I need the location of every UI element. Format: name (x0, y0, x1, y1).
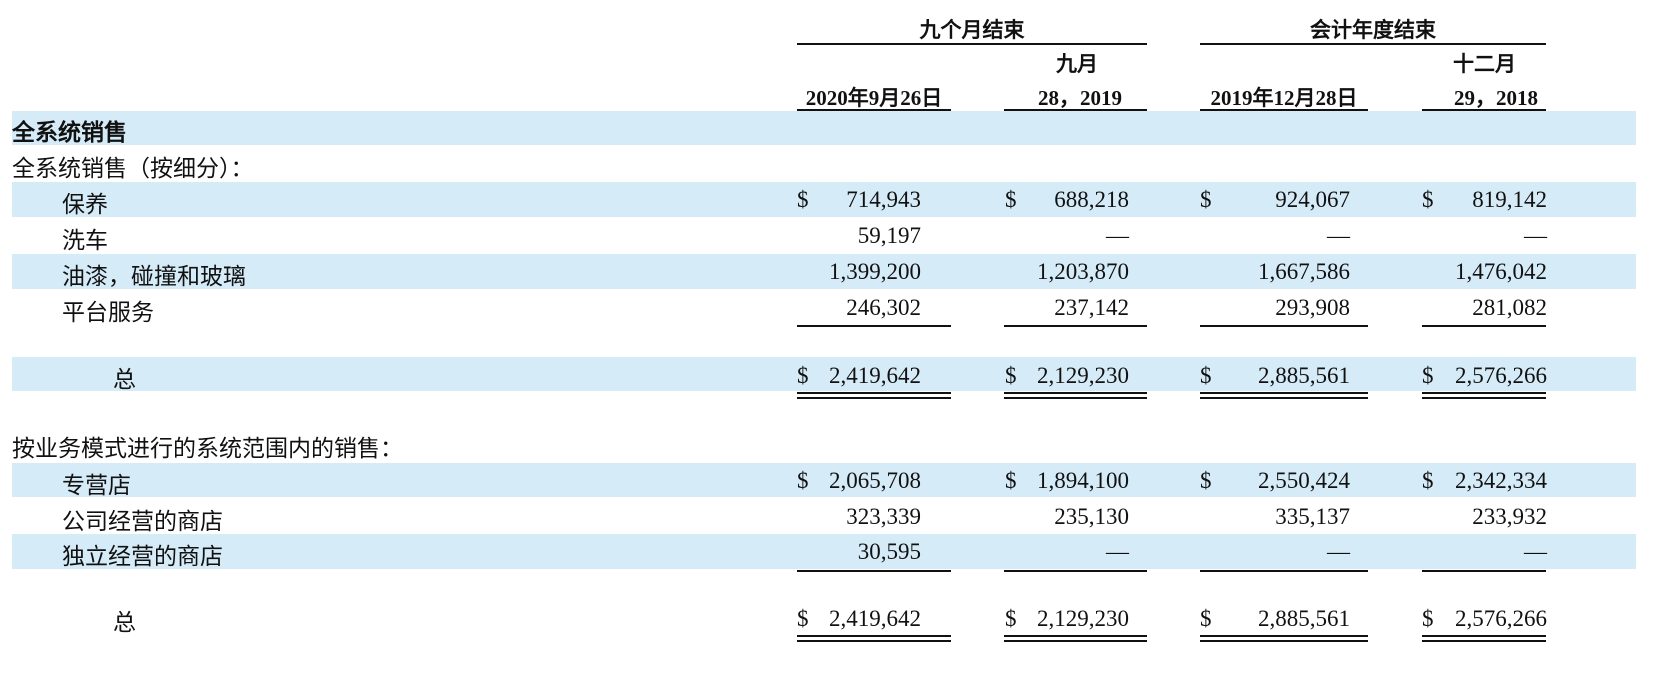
total-label: 总 (113, 610, 136, 636)
header-col4-date: 29，2018 (1454, 86, 1538, 110)
total-double-rule (1422, 392, 1546, 399)
cell-value: — (1524, 223, 1547, 248)
header-col2-date: 28，2019 (1038, 86, 1122, 110)
cell-value: 714,943 (846, 187, 921, 212)
cell-value: — (1327, 539, 1350, 564)
total-value: 2,576,266 (1455, 363, 1547, 388)
cell-value: 2,065,708 (829, 468, 921, 493)
cell-value: 1,667,586 (1258, 259, 1350, 284)
header-col3-date: 2019年12月28日 (1210, 86, 1358, 110)
header-rule (1200, 109, 1368, 111)
total-value: 2,885,561 (1258, 363, 1350, 388)
section-title: 全系统销售 (12, 120, 127, 146)
cell-value: 2,342,334 (1455, 468, 1547, 493)
header-col2-month: 九月 (1056, 52, 1098, 76)
total-double-rule (1200, 635, 1368, 642)
cell-value: 59,197 (857, 223, 921, 248)
subtotal-rule (1200, 325, 1368, 327)
cell-value: 30,595 (857, 539, 921, 564)
total-value: 2,129,230 (1037, 606, 1129, 631)
subtotal-rule (1200, 570, 1368, 572)
cell-value: 246,302 (846, 295, 921, 320)
row-label: 专营店 (62, 473, 131, 499)
total-value: 2,129,230 (1037, 363, 1129, 388)
header-rule (1004, 109, 1147, 111)
subtotal-rule (797, 570, 951, 572)
total-value: 2,419,642 (829, 363, 921, 388)
total-double-rule (1004, 635, 1147, 642)
total-value: 2,885,561 (1258, 606, 1350, 631)
cell-value: — (1327, 223, 1350, 248)
total-double-rule (1422, 635, 1546, 642)
cell-value: 1,203,870 (1037, 259, 1129, 284)
cell-value: 335,137 (1275, 504, 1350, 529)
header-col1-date: 2020年9月26日 (805, 86, 943, 110)
cell-value: 819,142 (1472, 187, 1547, 212)
cell-value: — (1524, 539, 1547, 564)
subtotal-rule (1422, 325, 1546, 327)
row-label: 公司经营的商店 (62, 509, 223, 535)
header-group-nine-months: 九个月结束 (919, 18, 1025, 42)
row-label: 平台服务 (62, 300, 154, 326)
cell-value: 1,894,100 (1037, 468, 1129, 493)
total-double-rule (797, 392, 951, 399)
total-value: 2,419,642 (829, 606, 921, 631)
header-rule (797, 43, 1147, 45)
total-value: 2,576,266 (1455, 606, 1547, 631)
cell-value: 688,218 (1054, 187, 1129, 212)
cell-value: 323,339 (846, 504, 921, 529)
header-col4-month: 十二月 (1453, 52, 1516, 76)
subtotal-rule (797, 325, 951, 327)
cell-value: 233,932 (1472, 504, 1547, 529)
header-rule (797, 109, 951, 111)
header-rule (1200, 43, 1546, 45)
header-rule (1422, 109, 1546, 111)
cell-value: — (1106, 539, 1129, 564)
cell-value: 2,550,424 (1258, 468, 1350, 493)
subtotal-rule (1004, 570, 1147, 572)
cell-value: 235,130 (1054, 504, 1129, 529)
section-subtitle: 按业务模式进行的系统范围内的销售： (12, 436, 403, 462)
total-double-rule (1004, 392, 1147, 399)
row-band (12, 111, 1636, 145)
cell-value: 237,142 (1054, 295, 1129, 320)
subtotal-rule (1422, 570, 1546, 572)
cell-value: 924,067 (1275, 187, 1350, 212)
total-label: 总 (113, 367, 136, 393)
cell-value: — (1106, 223, 1129, 248)
row-label: 保养 (62, 192, 108, 218)
row-label: 油漆，碰撞和玻璃 (62, 264, 246, 290)
cell-value: 1,476,042 (1455, 259, 1547, 284)
total-double-rule (1200, 392, 1368, 399)
cell-value: 293,908 (1275, 295, 1350, 320)
subtotal-rule (1004, 325, 1147, 327)
row-label: 独立经营的商店 (62, 544, 223, 570)
cell-value: 281,082 (1472, 295, 1547, 320)
cell-value: 1,399,200 (829, 259, 921, 284)
header-group-fiscal-year: 会计年度结束 (1310, 18, 1436, 42)
row-label: 洗车 (62, 228, 108, 254)
total-double-rule (797, 635, 951, 642)
section-subtitle: 全系统销售（按细分）： (12, 156, 254, 182)
